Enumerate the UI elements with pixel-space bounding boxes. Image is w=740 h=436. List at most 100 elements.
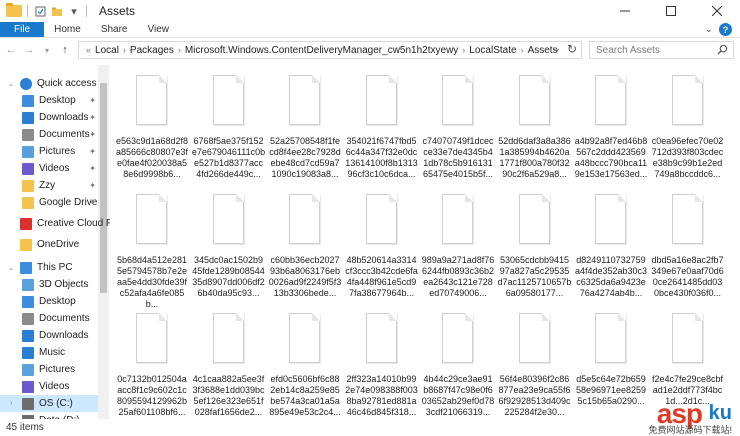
file-item[interactable]: 2ff323a14010b992e74e098388f0038ba92781ed… <box>345 307 419 419</box>
blank-file-icon <box>136 75 167 125</box>
back-arrow-icon[interactable]: ← <box>4 44 18 56</box>
file-item[interactable]: 0c7132b012504aacc8f1c9c602c1c80955941299… <box>115 307 189 419</box>
refresh-icon[interactable]: ↻ <box>567 42 577 56</box>
file-item[interactable]: dbd5a16e8ac2fb7349e67e0aaf70d60ce2641485… <box>651 188 725 306</box>
tab-share[interactable]: Share <box>91 22 138 37</box>
file-name: 5b68d4a512e2815e5794578b7e2eaa5e4dd30fde… <box>116 255 188 309</box>
file-item[interactable]: 5b68d4a512e2815e5794578b7e2eaa5e4dd30fde… <box>115 188 189 309</box>
navigation-bar: ← → ▾ ↑ « Local › Packages › Microsoft.W… <box>0 39 740 61</box>
blank-file-icon <box>442 194 473 244</box>
properties-icon[interactable] <box>33 4 47 18</box>
blank-file-icon <box>136 313 167 363</box>
sidebar-item[interactable]: Google Drive ✦ <box>0 194 98 211</box>
expand-ribbon-icon[interactable]: ⌄ <box>705 24 713 35</box>
breadcrumb-packages[interactable]: Packages <box>127 45 177 56</box>
folder-icon <box>22 179 34 192</box>
item-count: 45 items <box>6 422 44 433</box>
file-item[interactable]: c0ea96efec70e02712d393f803cdece38b9c99b1… <box>651 69 725 187</box>
breadcrumb-content-delivery-manager[interactable]: Microsoft.Windows.ContentDeliveryManager… <box>182 45 461 56</box>
address-dropdown-icon[interactable]: ⌄ <box>553 43 561 54</box>
file-item[interactable]: 6768f5ae375f152e7e679046111c0be527b1d837… <box>192 69 266 187</box>
file-item[interactable]: 4b44c29ce3ae91b8687f47c98e0f603652ab29ef… <box>421 307 495 419</box>
sidebar-item[interactable]: ⌄ Quick access <box>0 75 98 92</box>
sidebar-item[interactable]: Data (D:) <box>0 412 98 419</box>
forward-arrow-icon[interactable]: → <box>22 44 36 56</box>
up-arrow-icon[interactable]: ↑ <box>58 44 72 56</box>
sidebar-item[interactable]: Music <box>0 344 98 361</box>
blank-file-icon <box>671 313 703 363</box>
sidebar-item[interactable]: Zzy ✦ <box>0 177 98 194</box>
file-item[interactable]: 53065cdcbb941597a827a5c29535d7ac11257106… <box>498 188 572 306</box>
address-bar[interactable]: « Local › Packages › Microsoft.Windows.C… <box>78 41 582 59</box>
watermark-subtitle: 免费网站源码下载站! <box>648 425 732 435</box>
file-item[interactable]: c74070749f1dcecce33e7de4345b41db78c5b916… <box>421 69 495 187</box>
file-item[interactable]: 52a25708548f1fecd8f4ee28c7928debe48cd7cd… <box>268 69 342 187</box>
download-icon <box>22 329 34 342</box>
minimize-icon[interactable] <box>602 0 648 22</box>
recent-locations-icon[interactable]: ▾ <box>40 46 54 55</box>
sidebar-item[interactable]: ⌄ This PC <box>0 259 98 276</box>
sidebar-item[interactable]: Videos <box>0 378 98 395</box>
sidebar-item[interactable]: Downloads ✦ <box>0 109 98 126</box>
blank-file-icon <box>365 313 397 363</box>
blank-file-icon <box>365 75 397 125</box>
pin-icon: ✦ <box>89 181 96 190</box>
new-folder-icon[interactable] <box>50 4 64 18</box>
file-item[interactable]: efd0c5606bf6c882eb14c8a259e85be574a3ca01… <box>268 307 342 419</box>
sidebar-item[interactable]: Desktop <box>0 293 98 310</box>
sidebar-item[interactable]: › OS (C:) <box>0 395 98 412</box>
breadcrumb-local[interactable]: Local <box>92 45 122 56</box>
sidebar-item[interactable]: Pictures ✦ <box>0 143 98 160</box>
sidebar-item-label: Music <box>39 347 66 358</box>
search-icon <box>717 44 728 55</box>
chevron-right-icon[interactable]: › <box>10 400 12 407</box>
file-name: 0c7132b012504aacc8f1c9c602c1c80955941299… <box>116 374 188 417</box>
file-item[interactable]: e563c9d1a68d2f8a85666c80807e3fe0fae4f020… <box>115 69 189 187</box>
blank-file-icon <box>289 75 320 125</box>
blank-file-icon <box>289 194 320 244</box>
search-input[interactable]: Search Assets <box>589 41 734 59</box>
sidebar-item[interactable]: Downloads <box>0 327 98 344</box>
help-icon[interactable]: ? <box>719 23 732 36</box>
file-name: d8249110732759a4f4de352ab30c3c6325da6a94… <box>574 255 648 298</box>
blank-file-icon <box>289 313 320 363</box>
close-icon[interactable] <box>694 0 740 22</box>
sidebar-item[interactable]: Documents <box>0 310 98 327</box>
sidebar-item[interactable]: Creative Cloud Files <box>0 215 110 232</box>
file-name: 2ff323a14010b992e74e098388f0038ba92781ed… <box>345 374 418 417</box>
breadcrumb-localstate[interactable]: LocalState <box>466 45 519 56</box>
chevron-down-icon[interactable]: ⌄ <box>8 80 14 88</box>
sidebar-item[interactable]: Desktop ✦ <box>0 92 98 109</box>
file-item[interactable]: 345dc0ac1502b945fde1289b0854435d8907dd00… <box>192 188 266 306</box>
file-item[interactable]: 56f4e80396f2c86877ea23e9ca55f66f92928513… <box>498 307 572 419</box>
pin-icon: ✦ <box>89 113 96 122</box>
sidebar-item[interactable]: 3D Objects <box>0 276 98 293</box>
tab-file[interactable]: File <box>0 22 45 37</box>
file-item[interactable]: 354021f6747fbd56c44a347f32e0dc13614100f8… <box>345 69 419 187</box>
sidebar-scrollbar-thumb[interactable] <box>100 83 107 293</box>
sidebar-item-label: Zzy <box>39 180 56 191</box>
file-item[interactable]: d8249110732759a4f4de352ab30c3c6325da6a94… <box>574 188 648 306</box>
desktop-icon <box>22 94 34 107</box>
file-item[interactable]: 52dd6daf3a8a3861a385994b4620a1771f800a78… <box>498 69 572 187</box>
maximize-icon[interactable] <box>648 0 694 22</box>
file-item[interactable]: 48b520614a3314cf3ccc3b42cde6fa4fa448f961… <box>345 188 419 306</box>
sidebar-item[interactable]: Pictures <box>0 361 98 378</box>
sidebar-item[interactable]: Documents ✦ <box>0 126 98 143</box>
file-item[interactable]: 4c1caa882a5ee3f3f3688e1dd039bc5ef126e323… <box>192 307 266 419</box>
sidebar-item-label: Desktop <box>39 95 76 106</box>
customize-toolbar-icon[interactable]: ▾ <box>67 4 81 18</box>
file-item[interactable]: c60bb36ecb202793b6a8063176eb0026ad9f2249… <box>268 188 342 306</box>
file-item[interactable]: 989a9a271ad8f766244fb0893c36b2ea2643c121… <box>421 188 495 306</box>
breadcrumb-overflow-icon[interactable]: « <box>85 45 92 55</box>
sidebar-scrollbar[interactable] <box>98 65 109 419</box>
chevron-down-icon[interactable]: ⌄ <box>8 264 14 272</box>
ribbon-right: ⌄ ? <box>705 22 740 37</box>
file-item[interactable]: a4b92a8f7ed46b8567c2ddd423569a48bccc790b… <box>574 69 648 187</box>
sidebar-item[interactable]: Videos ✦ <box>0 160 98 177</box>
sidebar-item-label: Downloads <box>39 112 89 123</box>
sidebar-item-label: OS (C:) <box>39 398 73 409</box>
sidebar-item[interactable]: OneDrive <box>0 236 98 253</box>
tab-view[interactable]: View <box>138 22 180 37</box>
tab-home[interactable]: Home <box>44 22 91 37</box>
